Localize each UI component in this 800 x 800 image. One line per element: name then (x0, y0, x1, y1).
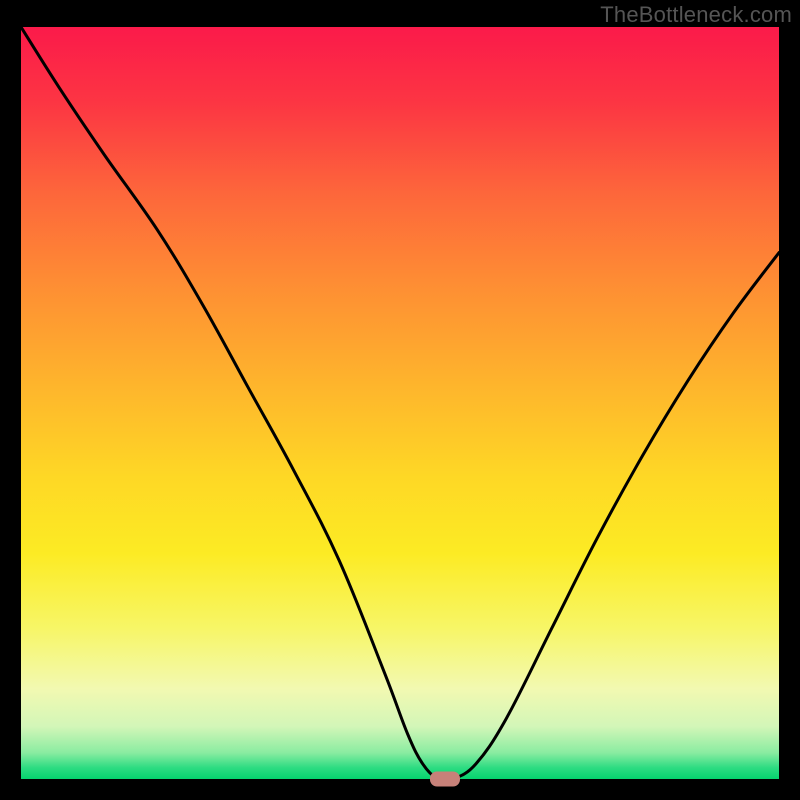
plot-area (21, 27, 779, 779)
watermark-text: TheBottleneck.com (600, 2, 792, 28)
chart-frame: TheBottleneck.com (0, 0, 800, 800)
gradient-background (21, 27, 779, 779)
optimal-point-marker (430, 772, 460, 787)
chart-svg (21, 27, 779, 779)
